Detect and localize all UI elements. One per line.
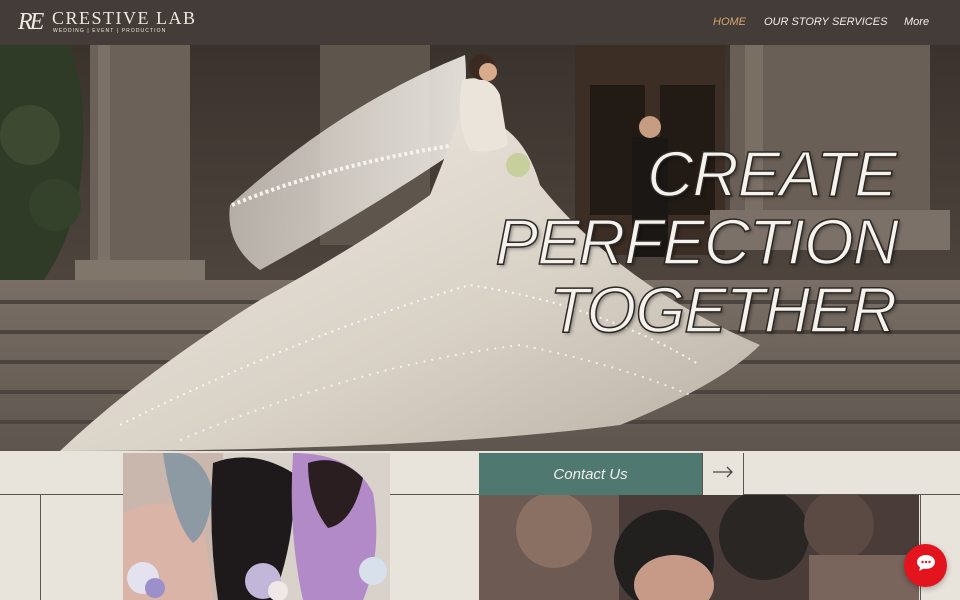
chat-button[interactable] (904, 544, 947, 587)
divider-vertical (40, 494, 41, 600)
nav-item-our-story[interactable]: OUR STORY (764, 16, 829, 28)
lower-section: Contact Us (0, 451, 960, 600)
hero-section: CREATE PERFECTION TOGETHER (0, 45, 960, 451)
site-header: RE CRESTIVE LAB WEDDING | EVENT | PRODUC… (0, 0, 960, 45)
arrow-right-icon (712, 465, 734, 483)
hero-headline-line-2: PERFECTION (495, 206, 900, 278)
nav-item-home[interactable]: HOME (713, 16, 746, 28)
hero-headline-line-1: CREATE (646, 138, 897, 210)
nav-item-services[interactable]: SERVICES (832, 16, 887, 28)
brand-logo[interactable]: RE CRESTIVE LAB WEDDING | EVENT | PRODUC… (18, 7, 195, 39)
nav-item-more[interactable]: More (904, 16, 929, 28)
guests-photo (479, 495, 919, 600)
hero-headline-line-3: TOGETHER (549, 274, 898, 346)
bridesmaids-photo (123, 453, 390, 600)
logo-tagline: WEDDING | EVENT | PRODUCTION (53, 28, 167, 34)
logo-name: CRESTIVE LAB (52, 8, 197, 28)
contact-us-button[interactable]: Contact Us (479, 453, 702, 495)
logo-monogram: RE (18, 9, 44, 35)
contact-arrow-button[interactable] (702, 453, 744, 495)
chat-bubble-icon (916, 554, 936, 577)
